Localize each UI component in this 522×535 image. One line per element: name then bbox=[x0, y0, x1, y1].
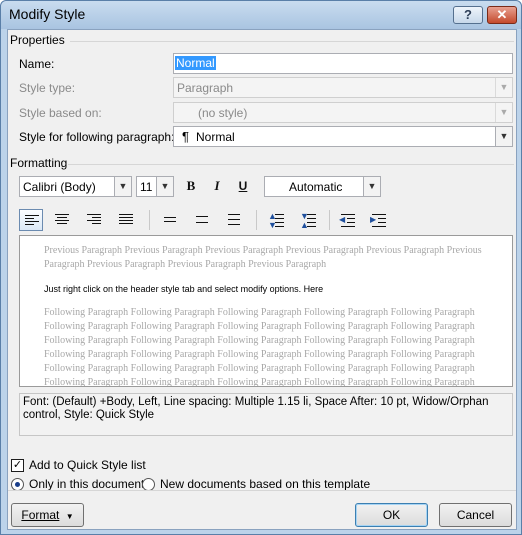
toolbar-divider bbox=[256, 210, 257, 230]
radio-selected-dot bbox=[15, 482, 20, 487]
preview-following-line: Following Paragraph Following Paragraph … bbox=[44, 377, 475, 387]
align-right-button[interactable] bbox=[82, 209, 106, 231]
style-type-label: Style type: bbox=[19, 81, 76, 95]
font-size-select[interactable]: 11 ▼ bbox=[136, 176, 174, 197]
name-label: Name: bbox=[19, 57, 55, 71]
following-paragraph-label: Style for following paragraph: bbox=[19, 130, 175, 144]
name-field[interactable]: Normal bbox=[173, 53, 513, 74]
properties-divider bbox=[70, 41, 514, 42]
preview-sample-text: Just right click on the header style tab… bbox=[44, 284, 324, 294]
pilcrow-icon: ¶ bbox=[182, 129, 189, 144]
bold-button[interactable]: B bbox=[180, 175, 202, 197]
preview-following-line: Following Paragraph Following Paragraph … bbox=[44, 321, 475, 332]
preview-following-line: Following Paragraph Following Paragraph … bbox=[44, 335, 475, 346]
close-button[interactable]: ✕ bbox=[487, 6, 517, 24]
ok-button[interactable]: OK bbox=[355, 503, 428, 527]
dialog-title: Modify Style bbox=[9, 6, 86, 22]
double-spacing-button[interactable] bbox=[222, 209, 246, 231]
chevron-down-icon: ▼ bbox=[114, 177, 131, 196]
justify-button[interactable] bbox=[114, 209, 138, 231]
style-based-on-label: Style based on: bbox=[19, 106, 102, 120]
font-color-value: Automatic bbox=[289, 180, 343, 194]
preview-previous-paragraph: Previous Paragraph Previous Paragraph Pr… bbox=[44, 245, 482, 270]
font-name-select[interactable]: Calibri (Body) ▼ bbox=[19, 176, 132, 197]
chevron-down-icon: ▼ bbox=[495, 127, 512, 146]
add-quick-style-label[interactable]: Add to Quick Style list bbox=[29, 458, 146, 472]
dialog-body: Properties Name: Normal Style type: Para… bbox=[7, 29, 517, 530]
checkmark-icon: ✓ bbox=[12, 459, 23, 471]
name-field-value: Normal bbox=[175, 56, 216, 70]
preview-following-line: Following Paragraph Following Paragraph … bbox=[44, 363, 475, 374]
font-color-select[interactable]: Automatic ▼ bbox=[264, 176, 381, 197]
preview-following-line: Following Paragraph Following Paragraph … bbox=[44, 307, 475, 318]
preview-following-line: Following Paragraph Following Paragraph … bbox=[44, 349, 475, 360]
single-spacing-button[interactable] bbox=[158, 209, 182, 231]
align-left-button[interactable] bbox=[19, 209, 43, 231]
decrease-paragraph-spacing-button[interactable]: ▼ ▲ bbox=[296, 209, 320, 231]
decrease-indent-button[interactable]: ◀ bbox=[336, 209, 360, 231]
style-based-on-value: (no style) bbox=[198, 106, 248, 120]
following-paragraph-select[interactable]: ¶ Normal ▼ bbox=[173, 126, 513, 147]
formatting-divider bbox=[68, 164, 514, 165]
add-quick-style-checkbox[interactable]: ✓ bbox=[11, 459, 24, 472]
chevron-down-icon: ▼ bbox=[495, 78, 512, 97]
formatting-heading: Formatting bbox=[10, 156, 68, 170]
style-type-value: Paragraph bbox=[177, 81, 234, 95]
chevron-down-icon: ▼ bbox=[156, 177, 173, 196]
align-center-button[interactable] bbox=[50, 209, 74, 231]
only-this-document-label[interactable]: Only in this document bbox=[29, 477, 144, 491]
increase-paragraph-spacing-button[interactable]: ▲ ▼ bbox=[264, 209, 288, 231]
style-description: Font: (Default) +Body, Left, Line spacin… bbox=[19, 393, 513, 436]
style-based-on-select[interactable]: (no style) ▼ bbox=[173, 102, 513, 123]
dropdown-arrow-icon: ▼ bbox=[65, 512, 74, 521]
toolbar-divider bbox=[329, 210, 330, 230]
help-button[interactable]: ? bbox=[453, 6, 483, 24]
chevron-down-icon: ▼ bbox=[495, 103, 512, 122]
modify-style-dialog: Modify Style ? ✕ Properties Name: Normal… bbox=[0, 0, 522, 535]
one-half-spacing-button[interactable] bbox=[190, 209, 214, 231]
style-type-select[interactable]: Paragraph ▼ bbox=[173, 77, 513, 98]
new-documents-label[interactable]: New documents based on this template bbox=[160, 477, 370, 491]
increase-indent-button[interactable]: ▶ bbox=[367, 209, 391, 231]
italic-button[interactable]: I bbox=[206, 175, 228, 197]
font-size-value: 11 bbox=[140, 180, 153, 194]
footer-divider bbox=[8, 490, 516, 491]
following-paragraph-value: Normal bbox=[196, 130, 235, 144]
cancel-button[interactable]: Cancel bbox=[439, 503, 512, 527]
underline-button[interactable]: U bbox=[232, 175, 254, 197]
font-name-value: Calibri (Body) bbox=[23, 180, 96, 194]
toolbar-divider bbox=[149, 210, 150, 230]
chevron-down-icon: ▼ bbox=[363, 177, 380, 196]
properties-heading: Properties bbox=[10, 33, 65, 47]
title-bar[interactable]: Modify Style ? ✕ bbox=[1, 1, 521, 29]
format-button-label: Format bbox=[21, 508, 60, 522]
format-button[interactable]: Format ▼ bbox=[11, 503, 84, 527]
style-preview-pane: Previous Paragraph Previous Paragraph Pr… bbox=[19, 235, 513, 387]
